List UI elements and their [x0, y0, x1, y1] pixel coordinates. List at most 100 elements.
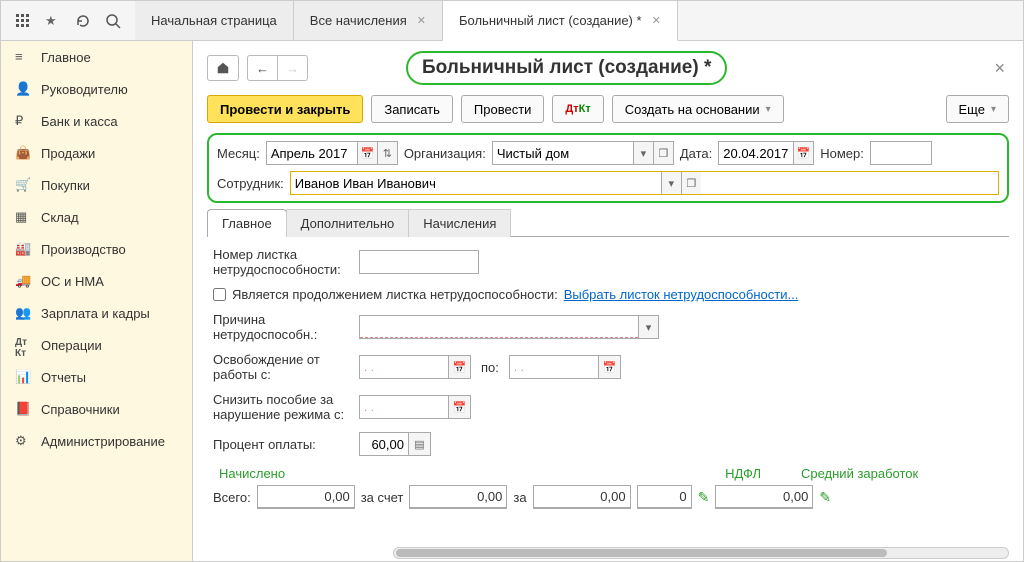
more-button[interactable]: Еще: [946, 95, 1009, 123]
total-by-account: 0,00: [409, 485, 507, 509]
org-input[interactable]: [493, 142, 633, 164]
tab-label: Все начисления: [310, 13, 407, 28]
calc-icon[interactable]: ▤: [409, 432, 431, 456]
spinner-icon[interactable]: ⇅: [377, 142, 397, 164]
reason-input[interactable]: [360, 316, 638, 338]
sidebar-item-label: Справочники: [41, 402, 120, 417]
to-label: по:: [481, 360, 499, 375]
close-icon[interactable]: ✕: [652, 14, 661, 27]
calendar-icon[interactable]: 📅: [599, 355, 621, 379]
gear-icon: ⚙: [15, 433, 31, 449]
sidebar-item-warehouse[interactable]: ▦Склад: [1, 201, 192, 233]
reason-label: Причина нетрудоспособн.:: [213, 312, 349, 342]
sidebar-item-label: Покупки: [41, 178, 90, 193]
sidebar-item-operations[interactable]: ДтКтОперации: [1, 329, 192, 361]
save-button[interactable]: Записать: [371, 95, 453, 123]
bag-icon: 👜: [15, 145, 31, 161]
sheet-no-label: Номер листка нетрудоспособности:: [213, 247, 349, 277]
employee-input[interactable]: [291, 172, 661, 194]
month-label: Месяц:: [217, 146, 260, 161]
number-input[interactable]: [871, 142, 931, 164]
post-close-button[interactable]: Провести и закрыть: [207, 95, 363, 123]
header-form-frame: Месяц: 📅 ⇅ Организация: ▾ ❐ Дата: 📅 Н: [207, 133, 1009, 203]
continuation-label: Является продолжением листка нетрудоспос…: [232, 287, 558, 302]
tab-home[interactable]: Начальная страница: [135, 1, 294, 40]
total-ndfl: 0: [637, 485, 692, 509]
open-icon[interactable]: ❐: [681, 172, 701, 194]
tab-main[interactable]: Главное: [207, 209, 287, 237]
pay-pct-label: Процент оплаты:: [213, 437, 349, 452]
calendar-icon[interactable]: 📅: [793, 142, 813, 164]
sidebar-item-label: Отчеты: [41, 370, 86, 385]
month-input[interactable]: [267, 142, 357, 164]
top-bar: ★ Начальная страница Все начисления ✕ Бол…: [1, 1, 1023, 41]
sheet-no-input[interactable]: [359, 250, 479, 274]
close-icon[interactable]: ✕: [417, 14, 426, 27]
accrued-label: Начислено: [219, 466, 285, 481]
sidebar-item-bank[interactable]: ₽Банк и касса: [1, 105, 192, 137]
reduce-label: Снизить пособие за нарушение режима с:: [213, 392, 349, 422]
sidebar-item-label: Администрирование: [41, 434, 165, 449]
edit-icon[interactable]: ✎: [698, 489, 710, 506]
leave-from-label: Освобождение от работы с:: [213, 352, 349, 382]
calendar-icon[interactable]: 📅: [449, 395, 471, 419]
create-on-basis-button[interactable]: Создать на основании: [612, 95, 784, 123]
open-icon[interactable]: ❐: [653, 142, 673, 164]
total-by: 0,00: [533, 485, 631, 509]
leave-to-input[interactable]: . .: [509, 355, 599, 379]
sidebar-item-catalogs[interactable]: 📕Справочники: [1, 393, 192, 425]
continuation-checkbox[interactable]: [213, 288, 226, 301]
boxes-icon: ▦: [15, 209, 31, 225]
pay-pct-input[interactable]: [359, 432, 409, 456]
dropdown-icon[interactable]: ▾: [633, 142, 653, 164]
sidebar-item-label: Банк и касса: [41, 114, 118, 129]
date-input[interactable]: [719, 142, 793, 164]
sidebar-item-main[interactable]: ≡Главное: [1, 41, 192, 73]
search-icon[interactable]: [105, 13, 121, 29]
forward-button[interactable]: →: [277, 55, 308, 81]
sidebar-item-reports[interactable]: 📊 Отчеты: [1, 361, 192, 393]
home-button[interactable]: [207, 55, 239, 81]
back-button[interactable]: ←: [247, 55, 278, 81]
truck-icon: 🚚: [15, 273, 31, 289]
person-icon: 👤: [15, 81, 31, 97]
dtkt-button[interactable]: ДтКт: [552, 95, 603, 123]
sidebar-item-manager[interactable]: 👤Руководителю: [1, 73, 192, 105]
dropdown-icon[interactable]: ▾: [661, 172, 681, 194]
edit-icon[interactable]: ✎: [819, 489, 831, 506]
calendar-icon[interactable]: 📅: [357, 142, 377, 164]
number-label: Номер:: [820, 146, 864, 161]
leave-from-input[interactable]: . .: [359, 355, 449, 379]
content-area: ← → Больничный лист (создание) * × Прове…: [193, 41, 1023, 561]
apps-icon[interactable]: [15, 13, 31, 29]
chart-icon: 📊: [15, 369, 31, 385]
history-icon[interactable]: [75, 13, 91, 29]
star-icon[interactable]: ★: [45, 13, 61, 29]
total-avg: 0,00: [715, 485, 813, 509]
sidebar-item-admin[interactable]: ⚙ Администрирование: [1, 425, 192, 457]
sidebar-item-hr[interactable]: 👥Зарплата и кадры: [1, 297, 192, 329]
page-title: Больничный лист (создание) *: [406, 51, 727, 85]
menu-icon: ≡: [15, 49, 31, 65]
tab-label: Больничный лист (создание) *: [459, 13, 642, 28]
sidebar-item-label: Операции: [41, 338, 102, 353]
sidebar-item-assets[interactable]: 🚚ОС и НМА: [1, 265, 192, 297]
cart-icon: 🛒: [15, 177, 31, 193]
sidebar-item-sales[interactable]: 👜 Продажи: [1, 137, 192, 169]
post-button[interactable]: Провести: [461, 95, 545, 123]
avg-label: Средний заработок: [801, 466, 918, 481]
reduce-from-input[interactable]: . .: [359, 395, 449, 419]
tab-additional[interactable]: Дополнительно: [286, 209, 410, 237]
calendar-icon[interactable]: 📅: [449, 355, 471, 379]
select-sheet-link[interactable]: Выбрать листок нетрудоспособности...: [564, 287, 799, 302]
sidebar-item-label: Продажи: [41, 146, 95, 161]
by-account-label: за счет: [361, 490, 404, 505]
sidebar-item-production[interactable]: 🏭Производство: [1, 233, 192, 265]
tab-accruals[interactable]: Начисления: [408, 209, 511, 237]
close-button[interactable]: ×: [990, 54, 1009, 83]
sidebar-item-purchases[interactable]: 🛒 Покупки: [1, 169, 192, 201]
tab-all-accruals[interactable]: Все начисления ✕: [294, 1, 443, 40]
dropdown-icon[interactable]: ▾: [638, 316, 658, 338]
tab-sick-leave[interactable]: Больничный лист (создание) * ✕: [443, 1, 678, 41]
horizontal-scrollbar[interactable]: [393, 547, 1009, 559]
